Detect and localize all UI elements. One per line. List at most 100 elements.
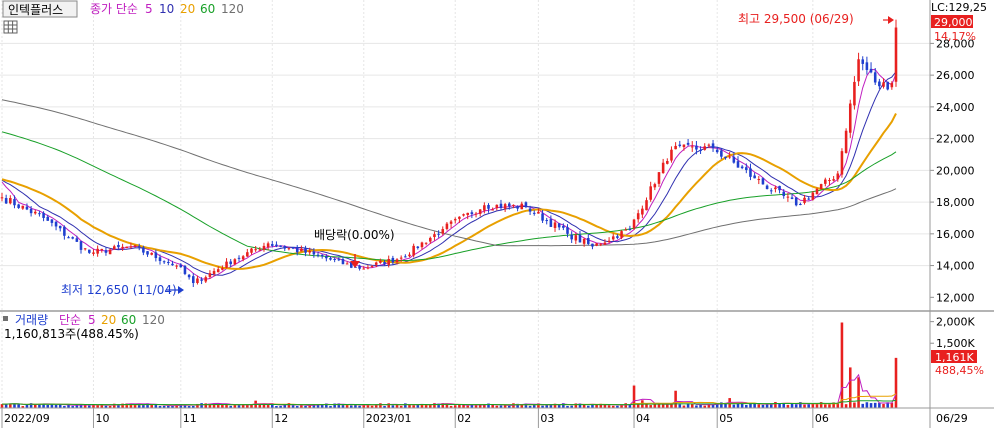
candle-2022-10-11[interactable]: [117, 244, 120, 248]
stock-name[interactable]: 인텍플러스: [8, 3, 63, 17]
candle-2023-03-29[interactable]: [620, 231, 623, 238]
candle-2023-05-25[interactable]: [790, 197, 794, 199]
candle-2022-09-01[interactable]: [0, 197, 4, 199]
candle-2023-03-28[interactable]: [616, 236, 619, 238]
candle-2022-10-04[interactable]: [96, 248, 99, 254]
candle-2023-04-24[interactable]: [695, 145, 698, 150]
volume-bar-2023-06-26[interactable]: [882, 403, 885, 408]
candle-2023-05-23[interactable]: [782, 191, 786, 197]
candle-2023-05-31[interactable]: [807, 198, 810, 200]
candle-2023-01-23[interactable]: [424, 242, 428, 244]
candle-2023-01-09[interactable]: [383, 262, 386, 265]
candle-2023-04-03[interactable]: [632, 219, 636, 229]
candle-2023-06-20[interactable]: [865, 62, 869, 70]
candle-2023-03-16[interactable]: [582, 238, 586, 244]
candle-2023-04-19[interactable]: [682, 144, 686, 148]
candle-2022-11-16[interactable]: [225, 261, 228, 268]
candle-2023-05-24[interactable]: [786, 196, 790, 198]
candle-2023-04-12[interactable]: [661, 162, 665, 174]
candle-2022-11-18[interactable]: [233, 259, 237, 265]
candle-2022-12-26[interactable]: [341, 259, 345, 265]
ma-period-20[interactable]: 20: [180, 2, 195, 16]
candle-2023-02-17[interactable]: [503, 204, 507, 209]
chart-canvas[interactable]: 12,000 14,000 16,000 18,000 20,000 22,000 24,0…: [0, 0, 994, 428]
candle-2022-12-30[interactable]: [358, 265, 361, 269]
volume-ma-60[interactable]: 60: [121, 313, 136, 327]
candle-2023-03-13[interactable]: [570, 234, 573, 240]
candle-2023-06-21[interactable]: [869, 68, 873, 73]
volume-bar-2023-05-17[interactable]: [765, 404, 769, 408]
candle-2022-12-19[interactable]: [320, 254, 324, 257]
candle-2023-04-21[interactable]: [690, 146, 694, 148]
candle-2022-09-20[interactable]: [54, 221, 58, 227]
volume-bar-2023-06-22[interactable]: [873, 402, 877, 408]
volume-bar-2022-11-08[interactable]: [200, 403, 203, 408]
candle-2023-01-05[interactable]: [374, 262, 378, 265]
volume-bar-2022-09-02[interactable]: [4, 404, 8, 408]
volume-ma-20[interactable]: 20: [101, 313, 116, 327]
candle-2022-09-19[interactable]: [50, 219, 54, 223]
volume-bar-2023-06-20[interactable]: [865, 402, 869, 408]
candle-2023-04-28[interactable]: [711, 143, 715, 149]
candle-2023-04-20[interactable]: [686, 142, 690, 145]
volume-bar-2023-04-13[interactable]: [666, 404, 669, 408]
candle-2022-12-15[interactable]: [312, 251, 316, 255]
candle-2023-04-10[interactable]: [653, 184, 657, 188]
candle-2023-03-20[interactable]: [591, 243, 594, 247]
candle-2023-02-16[interactable]: [499, 203, 503, 209]
volume-bar-2023-04-18[interactable]: [678, 404, 682, 408]
volume-ma-5[interactable]: 5: [88, 313, 96, 327]
candle-2023-06-23[interactable]: [878, 81, 881, 87]
volume-bar-2022-09-21[interactable]: [58, 404, 62, 408]
candle-2023-02-13[interactable]: [487, 204, 490, 209]
candle-2023-03-17[interactable]: [587, 238, 590, 244]
ma-period-60[interactable]: 60: [200, 2, 215, 16]
candle-2022-10-07[interactable]: [108, 249, 112, 255]
candle-2023-02-10[interactable]: [483, 205, 486, 211]
candle-2022-09-29[interactable]: [83, 248, 87, 250]
candle-2023-04-14[interactable]: [670, 149, 673, 161]
candle-2022-12-13[interactable]: [304, 248, 307, 253]
candle-2023-03-30[interactable]: [624, 229, 628, 231]
volume-bar-2022-11-28[interactable]: [258, 404, 262, 408]
candle-2023-03-06[interactable]: [549, 219, 553, 227]
candle-2023-05-05[interactable]: [732, 156, 736, 163]
candle-2023-04-27[interactable]: [707, 144, 711, 146]
candle-2023-06-27[interactable]: [886, 81, 889, 90]
candle-2023-06-02[interactable]: [815, 188, 819, 195]
candle-2022-10-06[interactable]: [104, 250, 108, 253]
volume-bar-2023-04-21[interactable]: [690, 403, 694, 408]
candle-2023-02-15[interactable]: [495, 204, 499, 209]
volume-bar-2023-06-09[interactable]: [836, 403, 840, 408]
candle-2023-06-01[interactable]: [811, 192, 815, 200]
candle-2022-12-21[interactable]: [329, 258, 332, 260]
candle-2023-02-24[interactable]: [524, 202, 528, 207]
candle-2023-05-02[interactable]: [720, 150, 723, 157]
candle-2023-02-20[interactable]: [508, 203, 511, 207]
candle-2022-09-23[interactable]: [67, 237, 70, 239]
candle-2023-02-08[interactable]: [474, 213, 478, 215]
candle-2023-02-09[interactable]: [478, 209, 482, 214]
candle-2023-01-03[interactable]: [366, 267, 370, 269]
volume-bar-2023-06-06[interactable]: [824, 404, 827, 408]
candle-2023-05-30[interactable]: [803, 197, 806, 203]
candle-2023-02-07[interactable]: [470, 212, 474, 215]
candle-2023-01-31[interactable]: [449, 221, 453, 224]
candle-2022-09-08[interactable]: [21, 205, 25, 209]
candle-2022-11-08[interactable]: [200, 279, 203, 281]
volume-bar-2023-05-15[interactable]: [757, 404, 761, 408]
candle-2023-03-01[interactable]: [537, 211, 540, 214]
volume-bar-2023-06-13[interactable]: [844, 404, 848, 408]
candle-2022-09-13[interactable]: [33, 211, 37, 214]
price-pane[interactable]: [0, 0, 930, 310]
candle-2023-05-09[interactable]: [740, 166, 744, 169]
candle-2022-10-17[interactable]: [133, 245, 137, 247]
candle-2023-01-06[interactable]: [379, 260, 382, 263]
candle-2022-12-06[interactable]: [283, 246, 287, 249]
candle-2022-11-15[interactable]: [221, 268, 224, 270]
candle-2023-06-12[interactable]: [840, 151, 844, 175]
candle-2022-12-27[interactable]: [345, 263, 349, 265]
candle-2023-04-05[interactable]: [641, 208, 644, 215]
candle-2023-06-22[interactable]: [873, 72, 877, 83]
candle-2023-01-17[interactable]: [408, 254, 411, 257]
